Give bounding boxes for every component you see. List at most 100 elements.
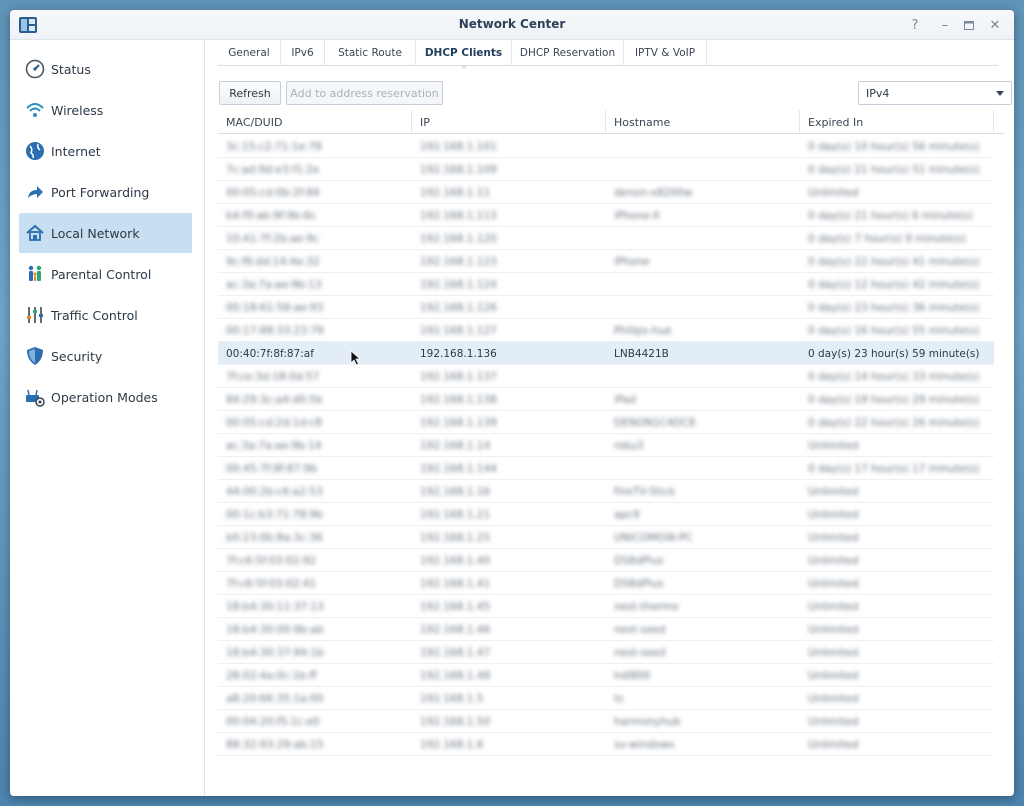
table-row[interactable]: 7f:c6:5f:03:02:92 192.168.1.40 DS8dPlus Unl… xyxy=(218,549,994,572)
dhcp-clients-table: MAC/DUID IP Hostname Expired In 3c:15:c2… xyxy=(218,110,1004,796)
tab-iptv-voip[interactable]: IPTV & VoIP xyxy=(624,40,707,65)
mac-cell: a8:20:66:35:1a:00 xyxy=(226,692,324,705)
tab-static-route[interactable]: Static Route xyxy=(325,40,416,65)
expired-in-cell: Unlimited xyxy=(808,577,859,590)
table-row[interactable]: b4:f0:ab:9f:9b:6c 192.168.1.113 iPhone-X 0 … xyxy=(218,204,994,227)
table-row[interactable]: 7f:ce:3d:18:0d:57 192.168.1.137 0 day(s) 1… xyxy=(218,365,994,388)
mac-cell: 18:b4:30:11:37:13 xyxy=(226,600,324,613)
sliders-icon xyxy=(24,304,46,326)
home-network-icon xyxy=(24,222,46,244)
ip-cell: 192.168.1.120 xyxy=(420,232,497,245)
table-row[interactable]: 7f:c6:5f:03:02:41 192.168.1.41 DS8dPlus Unl… xyxy=(218,572,994,595)
sidebar-item-port-forwarding[interactable]: Port Forwarding xyxy=(19,172,192,212)
table-row[interactable]: 00:1c:b3:71:78:9b 192.168.1.21 apc9 Unlimit… xyxy=(218,503,994,526)
table-row[interactable]: ac:3a:7a:ae:9b:14 192.168.1.14 roku3 Unlimi… xyxy=(218,434,994,457)
sidebar-item-label: Security xyxy=(51,348,103,364)
sidebar-item-label: Status xyxy=(51,61,91,77)
help-icon[interactable]: ? xyxy=(905,15,925,35)
table-row[interactable]: a8:20:66:35:1a:00 192.168.1.5 ts Unlimited xyxy=(218,687,994,710)
main-panel: General IPv6 Static Route DHCP Clients D… xyxy=(206,40,1014,796)
tab-bar: General IPv6 Static Route DHCP Clients D… xyxy=(218,40,998,69)
sidebar-item-local-network[interactable]: Local Network xyxy=(19,213,192,253)
table-row[interactable]: 00:05:cd:2d:1d:c8 192.168.1.139 DENON1C4DC… xyxy=(218,411,994,434)
router-gear-icon xyxy=(24,386,46,408)
hostname-cell: sv-windows xyxy=(614,738,675,751)
ip-cell: 192.168.1.5 xyxy=(420,692,484,705)
ip-cell: 192.168.1.50 xyxy=(420,715,491,728)
ip-cell: 192.168.1.45 xyxy=(420,600,491,613)
expired-in-cell: Unlimited xyxy=(808,738,859,751)
globe-icon xyxy=(24,140,46,162)
ip-cell: 192.168.1.113 xyxy=(420,209,497,222)
hostname-cell: nest-thermo xyxy=(614,600,679,613)
sidebar-item-status[interactable]: Status xyxy=(19,49,192,89)
minimize-icon[interactable]: – xyxy=(935,15,955,35)
hostname-cell: iPhone-X xyxy=(614,209,660,222)
mac-cell: 88:32:93:29:ab:15 xyxy=(226,738,324,751)
table-row[interactable]: 9c:f6:dd:14:4e:32 192.168.1.123 iPhone 0 da… xyxy=(218,250,994,273)
ip-cell: 192.168.1.40 xyxy=(420,554,491,567)
table-row[interactable]: 7c:ad:9d:e3:f1:2e 192.168.1.109 0 day(s) 2… xyxy=(218,158,994,181)
mac-cell: 00:45:7f:8f:87:9b xyxy=(226,462,318,475)
mac-cell: 00:05:cd:0b:2f:84 xyxy=(226,186,320,199)
tab-ipv6[interactable]: IPv6 xyxy=(281,40,325,65)
tab-dhcp-reservation[interactable]: DHCP Reservation xyxy=(512,40,624,65)
protocol-select[interactable]: IPv4 xyxy=(858,81,1012,105)
sidebar-item-operation-modes[interactable]: Operation Modes xyxy=(19,377,192,417)
tab-dhcp-clients[interactable]: DHCP Clients xyxy=(416,40,512,69)
refresh-button[interactable]: Refresh xyxy=(219,81,281,105)
ip-cell: 192.168.1.124 xyxy=(420,278,497,291)
ip-cell: 192.168.1.101 xyxy=(420,140,497,153)
ip-cell: 192.168.1.46 xyxy=(420,623,491,636)
table-row[interactable]: b0:23:0b:8a:3c:36 192.168.1.25 UNICOMGW-PC… xyxy=(218,526,994,549)
mac-cell: 7f:ce:3d:18:0d:57 xyxy=(226,370,320,383)
sidebar-item-label: Traffic Control xyxy=(51,307,138,323)
sidebar-item-label: Operation Modes xyxy=(51,389,158,405)
table-row[interactable]: 00:40:7f:8f:87:af 192.168.1.136 LNB4421B 0 … xyxy=(218,342,994,365)
table-row[interactable]: 3c:15:c2:71:1e:78 192.168.1.101 0 day(s) 1… xyxy=(218,135,994,158)
table-row[interactable]: 84:29:3c:a4:d0:5b 192.168.1.138 iPad 0 day(… xyxy=(218,388,994,411)
table-row[interactable]: 18:b4:30:00:9b:ab 192.168.1.46 nest-seed Un… xyxy=(218,618,994,641)
hostname-cell xyxy=(606,273,800,296)
add-to-reservation-button[interactable]: Add to address reservation xyxy=(286,81,443,105)
column-header-expired-in[interactable]: Expired In xyxy=(800,110,994,134)
tab-general[interactable]: General xyxy=(218,40,281,65)
table-row[interactable]: 10:41:7f:2b:ae:9c 192.168.1.120 0 day(s) 7… xyxy=(218,227,994,250)
table-row[interactable]: 88:32:93:29:ab:15 192.168.1.6 sv-windows Un… xyxy=(218,733,994,756)
table-row[interactable]: 00:04:20:f5:1c:e0 192.168.1.50 harmonyhub U… xyxy=(218,710,994,733)
expired-in-cell: Unlimited xyxy=(808,646,859,659)
table-row[interactable]: 44:00:2b:c6:a2:53 192.168.1.16 FireTV-Stic… xyxy=(218,480,994,503)
close-icon[interactable]: ✕ xyxy=(985,15,1005,35)
expired-in-cell: 0 day(s) 12 hour(s) 42 minute(s) xyxy=(808,278,980,291)
expired-in-cell: 0 day(s) 23 hour(s) 59 minute(s) xyxy=(808,347,980,360)
mac-cell: ac:3a:7a:ae:9b:13 xyxy=(226,278,322,291)
sidebar-item-wireless[interactable]: Wireless xyxy=(19,90,192,130)
table-row[interactable]: 28:02:4a:0c:1b:ff 192.168.1.48 hdl800 Unlim… xyxy=(218,664,994,687)
window-title: Network Center xyxy=(458,17,566,31)
column-header-ip[interactable]: IP xyxy=(412,110,606,134)
ip-cell: 192.168.1.123 xyxy=(420,255,497,268)
sidebar-item-internet[interactable]: Internet xyxy=(19,131,192,171)
maximize-icon[interactable] xyxy=(959,15,979,35)
sidebar-item-traffic-control[interactable]: Traffic Control xyxy=(19,295,192,335)
sidebar-item-security[interactable]: Security xyxy=(19,336,192,376)
table-row[interactable]: 00:45:7f:8f:87:9b 192.168.1.144 0 day(s) 1… xyxy=(218,457,994,480)
column-header-hostname[interactable]: Hostname xyxy=(606,110,800,134)
hostname-cell xyxy=(606,135,800,158)
expired-in-cell: 0 day(s) 22 hour(s) 26 minute(s) xyxy=(808,416,980,429)
table-row[interactable]: 18:b4:30:37:94:1b 192.168.1.47 nest-seed Un… xyxy=(218,641,994,664)
shield-icon xyxy=(24,345,46,367)
table-row[interactable]: 18:b4:30:11:37:13 192.168.1.45 nest-thermo… xyxy=(218,595,994,618)
table-row[interactable]: 00:18:61:58:ae:93 192.168.1.126 0 day(s) 2… xyxy=(218,296,994,319)
table-row[interactable]: ac:3a:7a:ae:9b:13 192.168.1.124 0 day(s) 1… xyxy=(218,273,994,296)
ip-cell: 192.168.1.14 xyxy=(420,439,491,452)
table-row[interactable]: 00:05:cd:0b:2f:84 192.168.1.11 denon-x8200… xyxy=(218,181,994,204)
sidebar-item-parental-control[interactable]: Parental Control xyxy=(19,254,192,294)
column-header-mac[interactable]: MAC/DUID xyxy=(218,110,412,134)
mac-cell: b0:23:0b:8a:3c:36 xyxy=(226,531,323,544)
sidebar: Status Wireless Internet Port Forwarding… xyxy=(10,40,205,796)
title-bar[interactable]: Network Center ? – ✕ xyxy=(10,10,1014,40)
mac-cell: 00:04:20:f5:1c:e0 xyxy=(226,715,320,728)
mac-cell: 84:29:3c:a4:d0:5b xyxy=(226,393,323,406)
table-row[interactable]: 00:17:88:33:23:79 192.168.1.127 Philips-hu… xyxy=(218,319,994,342)
